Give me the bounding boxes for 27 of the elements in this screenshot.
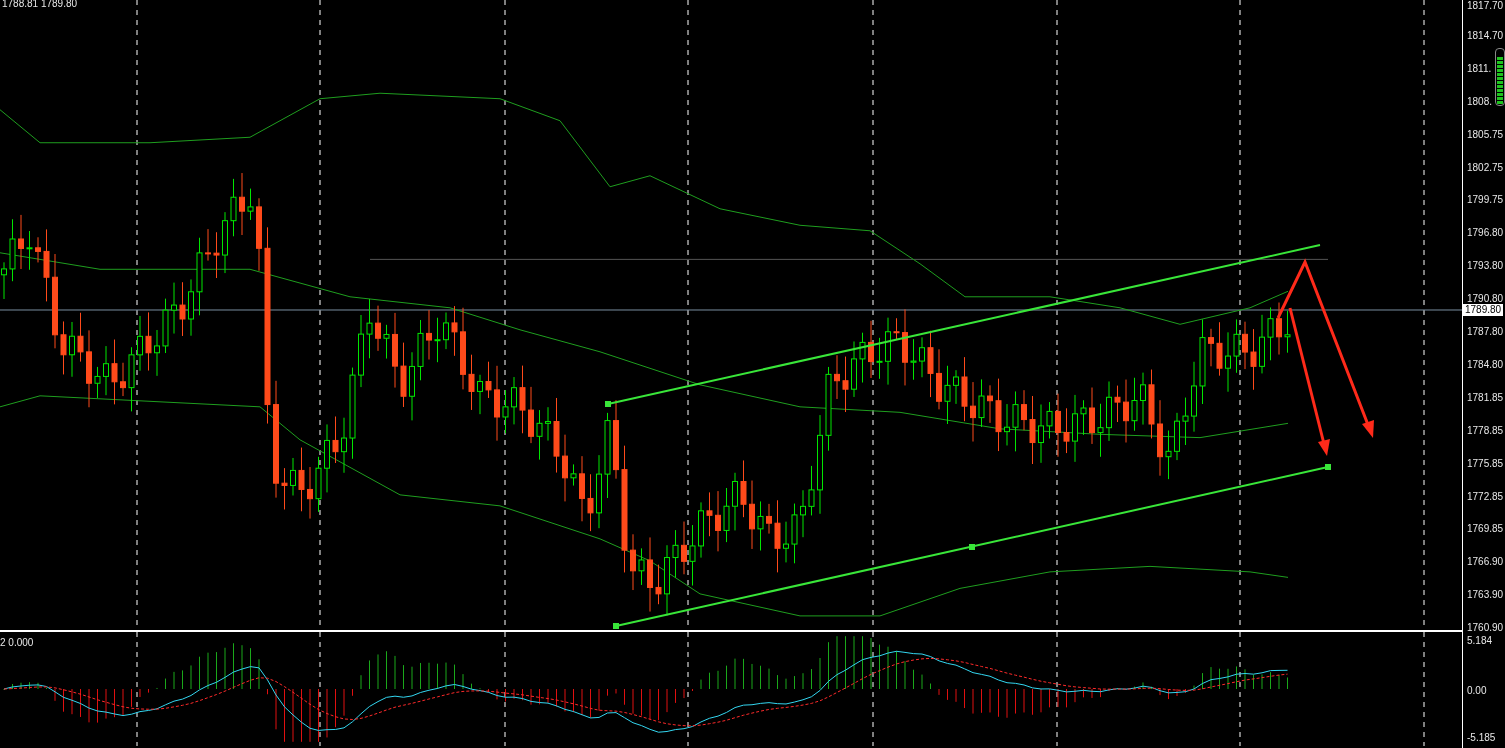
price-label: 1802.75: [1467, 161, 1504, 174]
price-label: 1778.85: [1467, 424, 1504, 437]
price-label: 1796.80: [1467, 227, 1504, 240]
price-label: 1763.90: [1467, 589, 1504, 602]
price-label: 1805.75: [1467, 128, 1504, 141]
price-label: 1766.90: [1467, 556, 1504, 569]
price-label: 1775.85: [1467, 457, 1504, 470]
price-label: 1808.: [1467, 95, 1493, 108]
price-label: 1787.80: [1467, 326, 1504, 338]
indicator-axis-label: 0.00: [1467, 685, 1487, 697]
price-label: 1790.80: [1467, 293, 1504, 305]
indicator-axis-label: 5.184: [1467, 635, 1493, 647]
quote-header: 1788.81 1789.80: [2, 0, 78, 11]
price-label: 1817.70: [1467, 0, 1504, 12]
level-meter-icon: [1495, 48, 1505, 106]
price-label: 1793.80: [1467, 260, 1504, 273]
price-label: 1781.85: [1467, 391, 1504, 404]
price-label: 1760.90: [1467, 622, 1504, 635]
price-label: 1799.75: [1467, 194, 1504, 207]
current-price-label: 1789.80: [1463, 304, 1504, 316]
indicator-label: 2 0.000: [0, 636, 34, 650]
price-label: 1814.70: [1467, 29, 1504, 42]
price-label: 1772.85: [1467, 490, 1504, 503]
price-label: 1769.85: [1467, 523, 1504, 536]
price-label: 1784.80: [1467, 358, 1504, 371]
indicator-axis-label: -5.185: [1467, 732, 1496, 744]
price-label: 1811.: [1467, 62, 1492, 75]
